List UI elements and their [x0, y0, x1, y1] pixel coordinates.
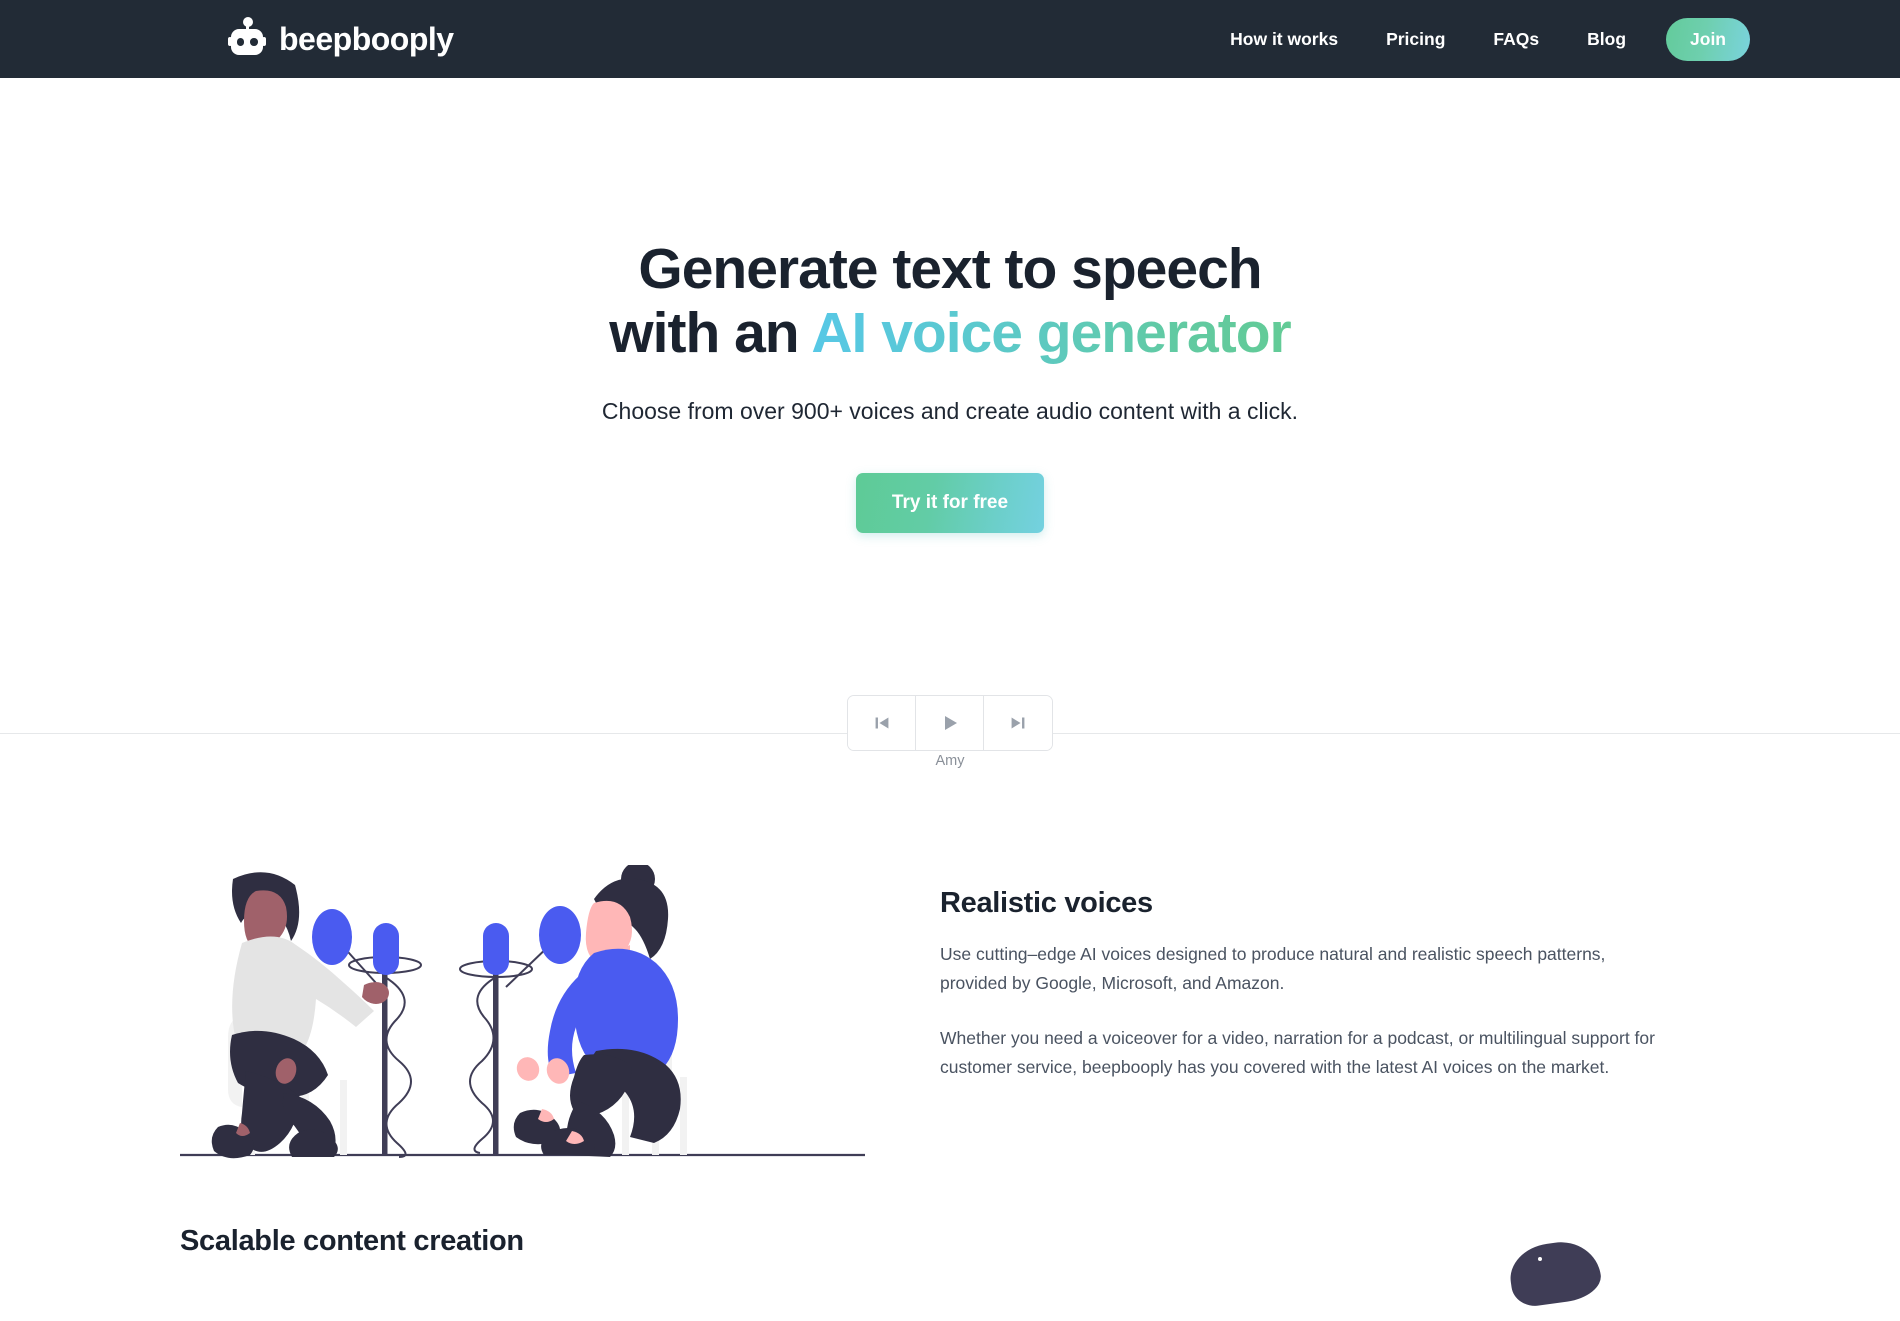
next-button[interactable]	[984, 695, 1052, 750]
feature-scalable-content-creation: Scalable content creation	[0, 1165, 1900, 1309]
hero-subtitle: Choose from over 900+ voices and create …	[601, 397, 1299, 424]
feature-title: Realistic voices	[940, 886, 1153, 919]
nav-link-faqs[interactable]: FAQs	[1469, 29, 1563, 50]
feature-copy: Realistic voices Use cutting–edge AI voi…	[940, 865, 1660, 1082]
next-illustration	[1450, 1225, 1750, 1309]
audio-player	[847, 694, 1053, 751]
hero-section: Generate text to speech with an AI voice…	[0, 78, 1900, 533]
hero-title-line-2-prefix: with an	[609, 300, 812, 365]
previous-button[interactable]	[848, 695, 916, 750]
illustration-eye-dot	[1538, 1256, 1542, 1261]
site-header: beepbooply How it works Pricing FAQs Blo…	[0, 0, 1900, 78]
hero-title-line-1: Generate text to speech	[638, 237, 1262, 301]
join-button[interactable]: Join	[1666, 17, 1750, 61]
illustration-head-shape	[1506, 1236, 1604, 1309]
voice-name-label: Amy	[929, 752, 971, 769]
robot-head-icon	[228, 17, 266, 61]
feature-paragraph-2: Whether you need a voiceover for a video…	[940, 1027, 1655, 1077]
feature-realistic-voices: Realistic voices Use cutting–edge AI voi…	[0, 775, 1900, 1165]
skip-previous-icon	[875, 717, 888, 729]
brand-logo[interactable]: beepbooply	[228, 17, 454, 61]
next-feature-title: Scalable content creation	[180, 1224, 524, 1257]
nav-link-pricing[interactable]: Pricing	[1362, 29, 1469, 50]
two-people-recording-illustration	[180, 861, 865, 1158]
skip-next-icon	[1011, 717, 1025, 729]
hero-title-accent: AI voice generator	[811, 300, 1291, 365]
brand-name: beepbooply	[279, 21, 454, 57]
nav-link-how-it-works[interactable]: How it works	[1206, 29, 1362, 50]
page-title: Generate text to speech with an AI voice…	[0, 237, 1900, 366]
play-button[interactable]	[916, 695, 984, 750]
play-icon	[944, 715, 957, 730]
audio-player-strip: Amy	[0, 694, 1900, 775]
podcast-illustration	[180, 861, 880, 1165]
primary-navigation: How it works Pricing FAQs Blog Join	[1206, 0, 1750, 78]
nav-link-blog[interactable]: Blog	[1563, 29, 1650, 50]
feature-paragraph-1: Use cutting–edge AI voices designed to p…	[940, 943, 1606, 993]
try-it-for-free-button[interactable]: Try it for free	[855, 472, 1045, 533]
